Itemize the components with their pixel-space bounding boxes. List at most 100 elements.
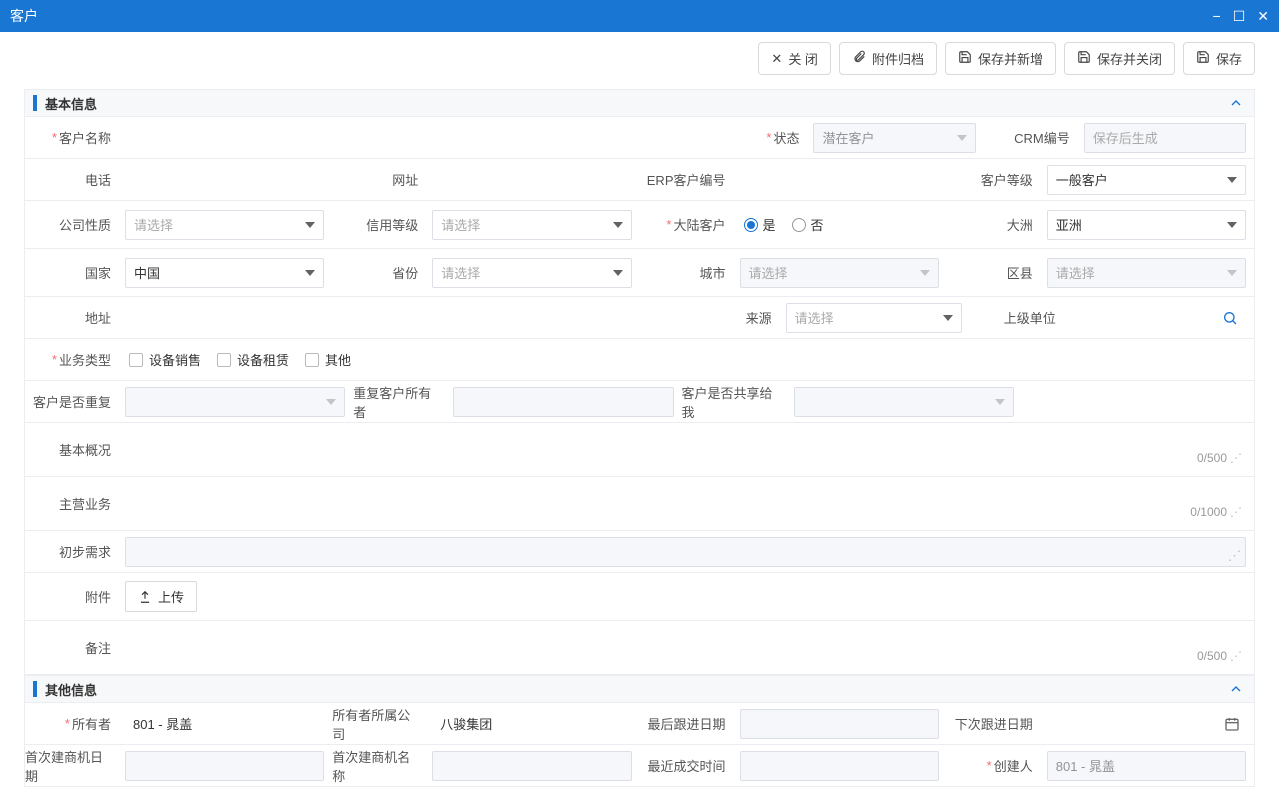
save-icon [1077,50,1091,67]
label-shared-to-me: 客户是否共享给我 [682,381,790,423]
level-select[interactable]: 一般客户 [1047,165,1246,195]
business-type-rent[interactable]: 设备租赁 [217,350,289,369]
radio-checked-icon [744,218,758,232]
label-country: 国家 [25,249,121,297]
remark-textarea[interactable]: 0/500⋰ [125,629,1246,667]
label-last-follow: 最后跟进日期 [640,703,736,745]
archive-button[interactable]: 附件归档 [839,42,937,75]
label-business-type: 业务类型 [25,339,121,381]
paperclip-icon [852,50,866,67]
credit-level-select[interactable]: 请选择 [432,210,631,240]
save-close-button[interactable]: 保存并关闭 [1064,42,1175,75]
close-button[interactable]: ✕ 关 闭 [758,42,831,75]
mainland-yes-radio[interactable]: 是 [744,215,776,234]
profile-counter: 0/500 [1197,451,1227,465]
source-select[interactable]: 请选择 [786,303,962,333]
continent-select[interactable]: 亚洲 [1047,210,1246,240]
radio-icon [792,218,806,232]
window-title: 客户 [10,6,38,26]
caret-down-icon [613,222,623,228]
label-source: 来源 [686,297,782,339]
window-titlebar: 客户 − ☐ ✕ [0,0,1279,32]
caret-down-icon [305,222,315,228]
calendar-icon[interactable] [1224,716,1240,732]
upload-icon [138,590,152,604]
erp-no-input[interactable] [740,165,939,195]
label-initial-demand: 初步需求 [25,531,121,573]
parent-unit-input[interactable] [1070,303,1246,333]
caret-down-icon [326,399,336,405]
main-business-counter: 0/1000 [1190,505,1227,519]
label-main-business: 主营业务 [25,477,121,531]
section-other-header: 其他信息 [24,675,1255,703]
checkbox-icon [305,353,319,367]
label-district: 区县 [947,249,1043,297]
section-bar [33,681,37,697]
caret-down-icon [1227,270,1237,276]
first-opp-date-input [125,751,324,781]
phone-input[interactable] [125,165,324,195]
resize-icon[interactable]: ⋰ [1228,548,1241,564]
company-nature-select[interactable]: 请选择 [125,210,324,240]
business-type-checkbox-group: 设备销售 设备租赁 其他 [125,344,351,375]
label-creator: 创建人 [947,745,1043,787]
chevron-up-icon[interactable] [1228,95,1244,111]
save-button[interactable]: 保存 [1183,42,1255,75]
chevron-up-icon[interactable] [1228,681,1244,697]
profile-textarea[interactable]: 0/500⋰ [125,431,1246,469]
resize-icon[interactable]: ⋰ [1230,649,1242,663]
maximize-icon[interactable]: ☐ [1233,8,1246,25]
business-type-sale[interactable]: 设备销售 [129,350,201,369]
next-follow-input[interactable] [1047,709,1246,739]
country-select[interactable]: 中国 [125,258,324,288]
label-address: 地址 [25,297,121,339]
checkbox-icon [217,353,231,367]
label-owner: 所有者 [25,703,121,745]
crm-no-input: 保存后生成 [1084,123,1246,153]
mainland-no-radio[interactable]: 否 [792,215,824,234]
section-basic-header: 基本信息 [24,89,1255,117]
x-icon: ✕ [771,51,782,67]
label-province: 省份 [332,249,428,297]
resize-icon[interactable]: ⋰ [1230,451,1242,465]
status-select[interactable]: 潜在客户 [813,123,975,153]
resize-icon[interactable]: ⋰ [1230,505,1242,519]
label-first-opp-name: 首次建商机名称 [332,745,428,787]
other-grid: 所有者 801 - 晁盖 所有者所属公司 八骏集团 最后跟进日期 下次跟进日期 … [24,703,1255,787]
mainland-radio-group: 是 否 [740,206,824,243]
caret-down-icon [1227,222,1237,228]
label-customer-name: 客户名称 [25,117,121,159]
address-input[interactable] [125,303,678,333]
save-icon [1196,50,1210,67]
customer-name-input[interactable] [125,123,705,153]
label-next-follow: 下次跟进日期 [947,703,1043,745]
label-first-opp-date: 首次建商机日期 [25,745,121,787]
close-icon[interactable]: ✕ [1257,8,1269,25]
label-phone: 电话 [25,159,121,201]
label-company-nature: 公司性质 [25,201,121,249]
owner-input[interactable]: 801 - 晁盖 [125,709,324,739]
district-select[interactable]: 请选择 [1047,258,1246,288]
province-select[interactable]: 请选择 [432,258,631,288]
label-level: 客户等级 [947,159,1043,201]
owner-company-input[interactable]: 八骏集团 [432,709,631,739]
toolbar: ✕ 关 闭 附件归档 保存并新增 保存并关闭 保存 [0,32,1279,89]
caret-down-icon [613,270,623,276]
label-erp-no: ERP客户编号 [640,159,736,201]
caret-down-icon [943,315,953,321]
initial-demand-input: ⋰ [125,537,1246,567]
upload-button[interactable]: 上传 [125,581,197,612]
business-type-other[interactable]: 其他 [305,350,351,369]
save-new-button[interactable]: 保存并新增 [945,42,1056,75]
city-select[interactable]: 请选择 [740,258,939,288]
minimize-icon[interactable]: − [1213,8,1221,25]
website-input[interactable] [432,165,631,195]
caret-down-icon [920,270,930,276]
window-controls: − ☐ ✕ [1213,8,1269,25]
last-follow-input [740,709,939,739]
label-city: 城市 [640,249,736,297]
is-duplicate-select[interactable] [125,387,345,417]
search-icon[interactable] [1222,310,1238,326]
shared-to-me-select[interactable] [794,387,1014,417]
main-business-textarea[interactable]: 0/1000⋰ [125,485,1246,523]
